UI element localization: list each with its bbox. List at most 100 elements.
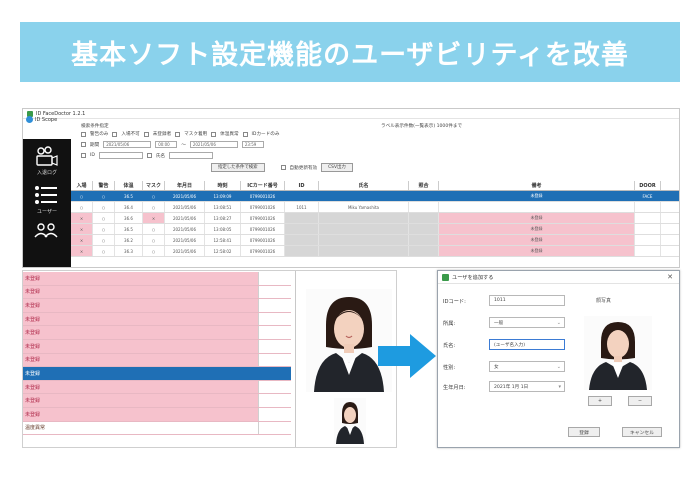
group-icon[interactable]	[33, 221, 59, 243]
dialog-app-icon	[442, 273, 449, 281]
table-cell: 2021/05/06	[165, 235, 205, 245]
table-cell: ×	[71, 246, 93, 256]
list-item[interactable]: 温度異常	[23, 421, 291, 436]
register-button[interactable]: 登録	[568, 427, 600, 437]
table-cell: ○	[93, 202, 115, 212]
user-list-window: 未登録 未登録 未登録 未登録 未登録 未登録 未登録 未登録 未登録 未登録 未登録 温度異常	[22, 270, 397, 448]
checkbox-period[interactable]	[81, 142, 86, 147]
list-item[interactable]: 未登録	[23, 367, 291, 381]
checkbox-id[interactable]	[81, 153, 86, 158]
table-cell	[319, 224, 409, 234]
table-cell: 2021/05/06	[165, 202, 205, 212]
time-to-input[interactable]: 23:59	[241, 141, 264, 148]
time-from-input[interactable]: 00:00	[155, 141, 178, 148]
table-cell: 13:08:27	[205, 213, 241, 223]
table-body: ○ ○ 36.5 ○ 2021/05/06 13:09:09 0799001026 未登録 FA…	[71, 191, 679, 257]
table-cell	[319, 235, 409, 245]
table-row[interactable]: ○ ○ 36.5 ○ 2021/05/06 13:09:09 0799001026 未登録 FA…	[71, 191, 679, 202]
action-row: 指定した条件で検索 自動更新有効 CSV出力	[211, 163, 353, 172]
department-select[interactable]: 一般 ⌄	[489, 317, 565, 328]
list-item[interactable]: 未登録	[23, 340, 291, 354]
table-cell: 未登録	[439, 246, 635, 256]
checkbox-temperature[interactable]	[211, 131, 217, 137]
table-cell: 2021/05/06	[165, 213, 205, 223]
table-cell: ×	[71, 213, 93, 223]
export-csv-button[interactable]: CSV出力	[321, 163, 353, 172]
checkbox-warning[interactable]	[81, 131, 86, 137]
add-photo-button[interactable]: +	[588, 396, 612, 406]
list-item[interactable]: 未登録	[23, 285, 291, 300]
list-item[interactable]: 未登録	[23, 272, 291, 286]
checkbox-mask[interactable]	[175, 131, 181, 137]
list-item[interactable]: 未登録	[23, 380, 291, 395]
sidebar-item-users[interactable]: ユーザー	[25, 208, 69, 215]
table-cell	[285, 246, 319, 256]
table-cell: 0799001026	[241, 202, 285, 212]
list-item-cell	[258, 421, 291, 435]
list-item-label: 未登録	[23, 299, 258, 312]
list-item-cell	[258, 326, 291, 339]
table-cell: 13:08:51	[205, 202, 241, 212]
name-input[interactable]: (ユーザ名入力)	[489, 339, 565, 350]
gender-select[interactable]: 女 ⌄	[489, 361, 565, 372]
logo-icon	[26, 116, 33, 123]
date-from-input[interactable]: 2021/05/06	[103, 141, 152, 148]
checkbox-name[interactable]	[146, 153, 152, 158]
remove-photo-button[interactable]: −	[628, 396, 652, 406]
table-cell: 36.4	[115, 202, 143, 212]
list-item-label: 未登録	[23, 272, 258, 285]
list-item-cell	[258, 408, 291, 421]
table-cell: FACE	[635, 191, 661, 201]
birthdate-picker[interactable]: 2021年 1月 1日 ▾	[489, 381, 565, 392]
list-item[interactable]: 未登録	[23, 312, 291, 327]
table-cell	[285, 191, 319, 201]
list-item[interactable]: 未登録	[23, 408, 291, 422]
table-row[interactable]: × ○ 36.5 ○ 2021/05/06 13:08:05 0799001026 未登録	[71, 224, 679, 235]
camera-users-icon[interactable]	[33, 145, 59, 167]
logo-text: ID Scope	[35, 116, 58, 123]
id-input[interactable]	[98, 152, 143, 159]
filter-checkbox-row: 警告のみ 入場不可 未登録者 マスク着用 体温異常 IDカードのみ	[81, 131, 279, 137]
label-department: 所属:	[443, 321, 456, 327]
sidebar-item-log[interactable]: 入退ログ	[25, 169, 69, 176]
checkbox-idcard[interactable]	[242, 131, 248, 137]
table-row[interactable]: × ○ 36.3 ○ 2021/05/06 12:58:02 0799001026 未登録	[71, 246, 679, 257]
label-id-code: IDコード:	[443, 299, 466, 305]
table-cell: 未登録	[439, 235, 635, 245]
table-row[interactable]: ○ ○ 36.4 ○ 2021/05/06 13:08:51 0799001026 1011 M…	[71, 202, 679, 213]
table-row[interactable]: × ○ 36.2 ○ 2021/05/06 12:58:41 0799001026 未登録	[71, 235, 679, 246]
list-item[interactable]: 未登録	[23, 299, 291, 313]
face-photo-preview	[584, 316, 652, 390]
table-cell	[409, 213, 439, 223]
table-cell: ○	[143, 191, 165, 201]
date-to-input[interactable]: 2021/05/06	[189, 141, 238, 148]
search-button[interactable]: 指定した条件で検索	[211, 163, 265, 172]
name-input[interactable]	[169, 152, 214, 159]
list-item-cell	[258, 285, 291, 299]
table-cell	[409, 235, 439, 245]
table-cell: 36.5	[115, 224, 143, 234]
table-cell	[409, 191, 439, 201]
label-gender: 性別:	[443, 365, 456, 371]
table-cell: ×	[143, 213, 165, 223]
list-item-label: 温度異常	[23, 421, 258, 435]
list-item[interactable]: 未登録	[23, 353, 291, 368]
table-cell: 13:08:05	[205, 224, 241, 234]
list-item-cell	[258, 380, 291, 394]
cancel-button[interactable]: キャンセル	[622, 427, 662, 437]
table-cell	[409, 224, 439, 234]
dialog-titlebar: ユーザを追加する	[438, 271, 679, 284]
list-icon[interactable]	[33, 184, 59, 206]
table-cell	[285, 235, 319, 245]
checkbox-denied[interactable]	[112, 131, 118, 137]
list-item[interactable]: 未登録	[23, 326, 291, 340]
id-code-input[interactable]: 1011	[489, 295, 565, 306]
table-row[interactable]: × ○ 36.6 × 2021/05/06 13:08:27 0799001026 未登録	[71, 213, 679, 224]
table-cell: 未登録	[439, 213, 635, 223]
checkbox-auto-update[interactable]	[280, 165, 286, 170]
list-item[interactable]: 未登録	[23, 394, 291, 408]
table-cell	[285, 213, 319, 223]
table-cell: ○	[93, 224, 115, 234]
close-icon[interactable]: ✕	[667, 273, 673, 281]
checkbox-unregistered[interactable]	[143, 131, 149, 137]
